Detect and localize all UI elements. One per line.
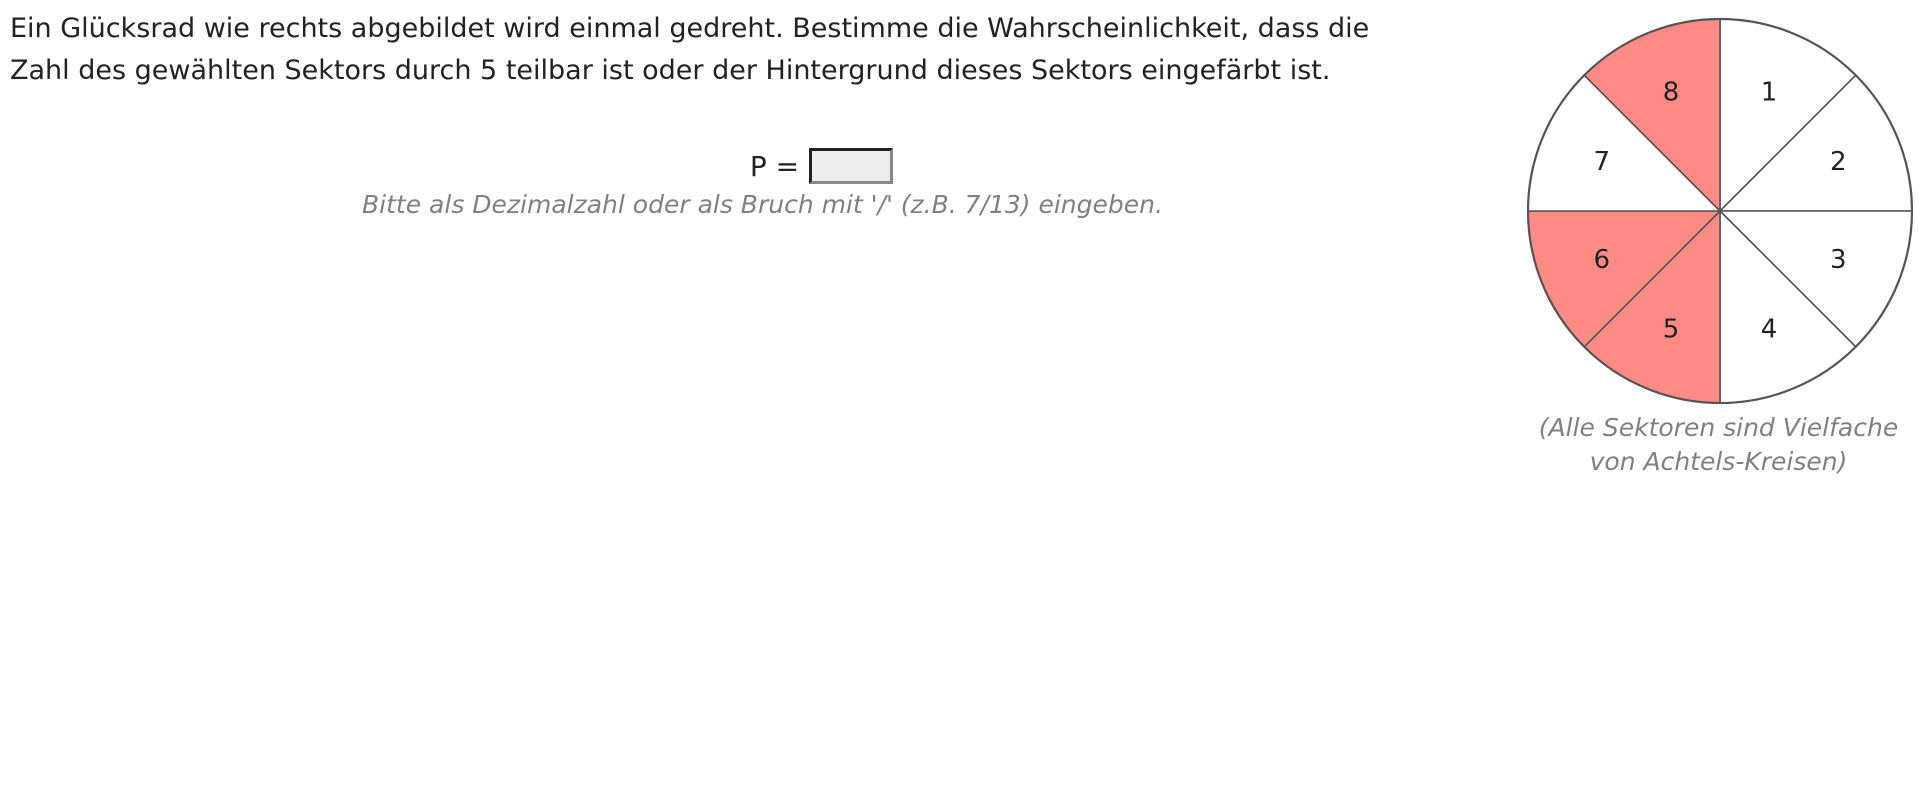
sector-label-5: 5 <box>1663 314 1680 344</box>
sector-label-2: 2 <box>1830 147 1847 177</box>
probability-label: P = <box>749 149 800 183</box>
task-text: Ein Glücksrad wie rechts abgebildet wird… <box>10 8 1480 92</box>
wheel-caption-line-1: (Alle Sektoren sind Vielfache <box>1538 413 1899 442</box>
task-line-1: Ein Glücksrad wie rechts abgebildet wird… <box>10 13 1370 44</box>
task-line-2: Zahl des gewählten Sektors durch 5 teilb… <box>10 55 1331 86</box>
sector-label-8: 8 <box>1663 78 1680 108</box>
sector-label-3: 3 <box>1830 245 1847 275</box>
sector-label-6: 6 <box>1593 245 1610 275</box>
wheel-of-fortune: 1 2 3 4 5 6 7 8 <box>1526 17 1914 405</box>
answer-row: P = <box>0 148 1525 184</box>
probability-input[interactable] <box>809 148 894 184</box>
sector-label-7: 7 <box>1593 147 1610 177</box>
wheel-caption: (Alle Sektoren sind Vielfache von Achtel… <box>1525 411 1912 479</box>
sector-label-4: 4 <box>1761 314 1778 344</box>
sector-label-1: 1 <box>1761 78 1778 108</box>
wheel-caption-line-2: von Achtels-Kreisen) <box>1589 447 1848 476</box>
input-hint: Bitte als Dezimalzahl oder als Bruch mit… <box>362 190 1163 219</box>
